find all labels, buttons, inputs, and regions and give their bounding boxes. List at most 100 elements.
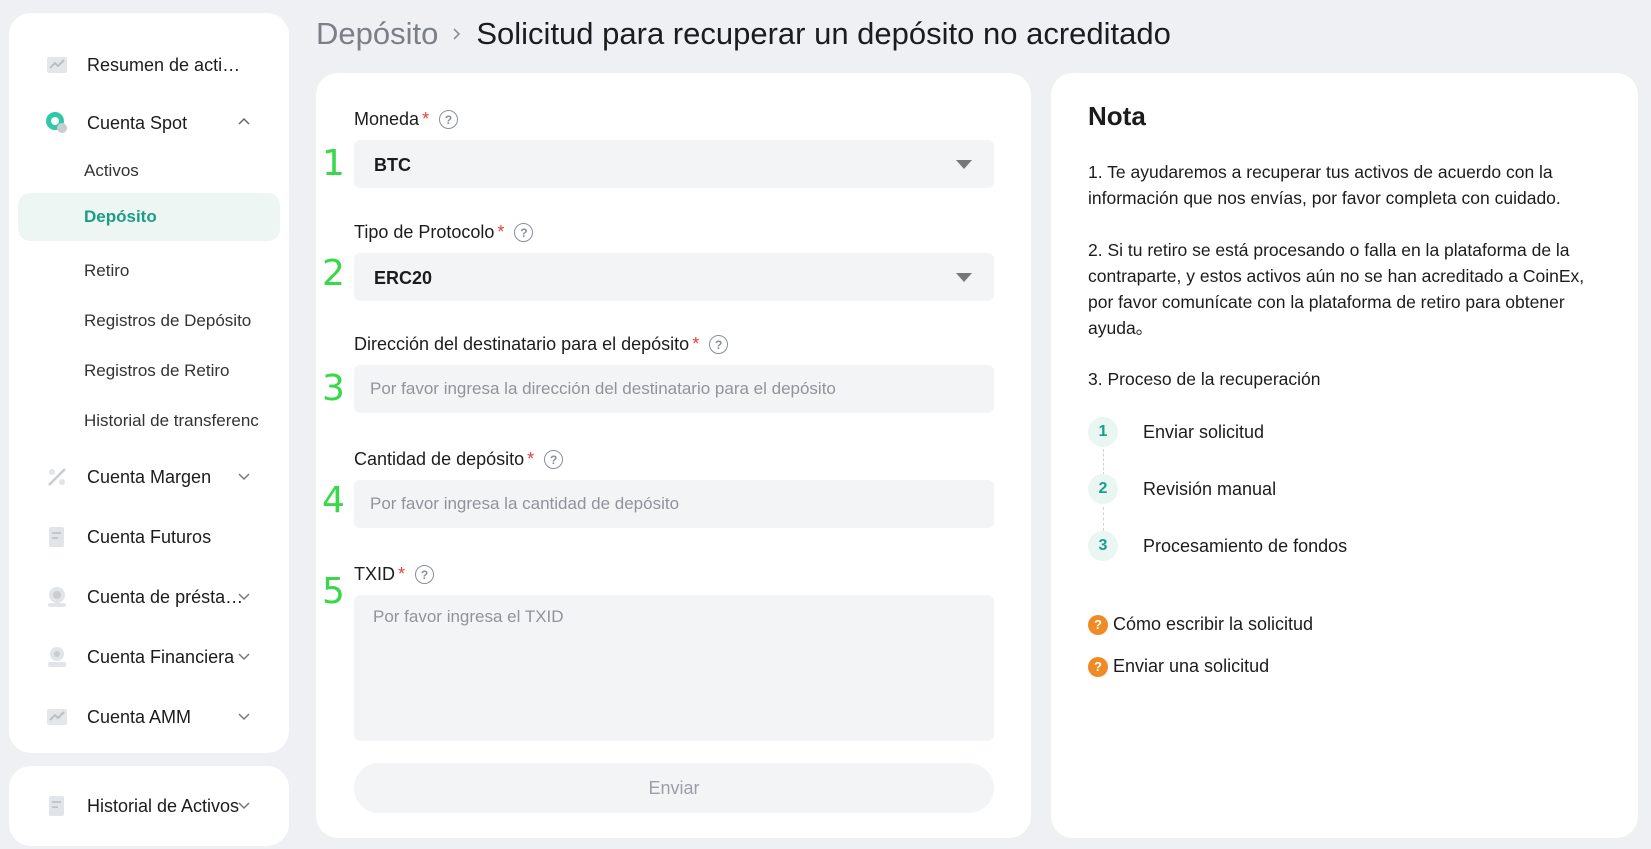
submit-request-link[interactable]: ? Enviar una solicitud (1088, 656, 1269, 677)
link-label: Enviar una solicitud (1113, 656, 1270, 676)
coin-label: Moneda * ? (354, 109, 459, 130)
sidebar-item-label: Cuenta Futuros (87, 527, 212, 547)
sidebar-item-loans[interactable]: Cuenta de préstamos (9, 573, 289, 621)
sidebar-subitem-deposit[interactable]: Depósito (18, 193, 280, 241)
sidebar-item-finance[interactable]: Cuenta Financiera (9, 633, 289, 681)
margin-icon (48, 468, 66, 486)
step-label: Revisión manual (1143, 478, 1277, 499)
sidebar-subitem-transfer-history[interactable]: Historial de transferencias (9, 397, 289, 445)
step-number: 2 (322, 253, 345, 294)
sidebar-subitem-label: Retiro (84, 261, 130, 280)
sidebar-item-margin[interactable]: Cuenta Margen (9, 453, 289, 501)
protocol-label: Tipo de Protocolo * ? (354, 222, 534, 243)
step-label: Procesamiento de fondos (1143, 535, 1348, 556)
sidebar-subitem-label: Historial de transferencias (84, 411, 259, 430)
coin-select[interactable]: BTC (354, 140, 994, 188)
note-paragraph-1: 1. Te ayudaremos a recuperar tus activos… (1088, 162, 1561, 208)
step-label: Enviar solicitud (1143, 421, 1265, 442)
txid-label-text: TXID (354, 564, 396, 584)
txid-label: TXID * ? (354, 564, 435, 585)
step-connector (1103, 507, 1104, 531)
required-mark: * (398, 564, 406, 584)
sidebar-bottom: Historial de Activos (9, 766, 289, 846)
spot-icon (46, 112, 67, 133)
sidebar: Resumen de activos Cuenta Spot Activos D… (9, 13, 289, 753)
sidebar-subitem-label: Activos (84, 161, 139, 180)
address-input[interactable] (354, 365, 994, 413)
help-icon[interactable]: ? (544, 450, 564, 469)
help-icon[interactable]: ? (439, 110, 459, 129)
history-icon (49, 796, 64, 816)
txid-textarea[interactable] (354, 595, 994, 741)
step-badge: 2 (1088, 474, 1118, 504)
question-icon: ? (1088, 656, 1108, 677)
protocol-select-value: ERC20 (374, 268, 433, 288)
sidebar-item-asset-summary[interactable]: Resumen de activos (9, 41, 289, 89)
note-paragraph-3: 3. Proceso de la recuperación (1088, 369, 1321, 389)
help-icon[interactable]: ? (514, 223, 534, 242)
chevron-down-icon[interactable] (237, 469, 251, 483)
step-number: 1 (322, 143, 345, 184)
sidebar-subitem-withdraw[interactable]: Retiro (9, 247, 289, 295)
sidebar-subitem-label: Depósito (84, 207, 157, 226)
step-number: 3 (322, 368, 345, 409)
address-label: Dirección del destinatario para el depós… (354, 334, 729, 355)
chart-icon (47, 57, 67, 73)
link-label: Cómo escribir la solicitud (1113, 614, 1314, 634)
caret-down-icon (956, 160, 972, 169)
help-icon[interactable]: ? (415, 565, 435, 584)
sidebar-item-label: Cuenta Financiera (87, 647, 235, 667)
question-icon: ? (1088, 614, 1108, 635)
coin-select-value: BTC (374, 155, 411, 175)
note-panel: Nota 1. Te ayudaremos a recuperar tus ac… (1051, 73, 1638, 838)
chevron-down-icon[interactable] (237, 709, 251, 723)
step-number: 5 (322, 571, 345, 612)
protocol-label-text: Tipo de Protocolo (354, 222, 495, 242)
step-badge: 3 (1088, 531, 1118, 561)
breadcrumb: Depósito Solicitud para recuperar un dep… (316, 14, 1171, 54)
coin-label-text: Moneda (354, 109, 420, 129)
step-badge: 1 (1088, 417, 1118, 447)
amount-label: Cantidad de depósito * ? (354, 449, 564, 470)
sidebar-subitem-label: Registros de Retiro (84, 361, 230, 380)
sidebar-item-spot[interactable]: Cuenta Spot (9, 99, 289, 147)
sidebar-subitem-label: Registros de Depósito (84, 311, 252, 330)
sidebar-item-futures[interactable]: Cuenta Futuros (9, 513, 289, 561)
loan-icon (48, 587, 66, 607)
sidebar-item-label: Historial de Activos (87, 796, 240, 816)
sidebar-subitem-deposit-records[interactable]: Registros de Depósito (9, 297, 289, 345)
process-step: 2 Revisión manual (1088, 472, 1276, 506)
futures-icon (49, 527, 64, 547)
amount-input[interactable] (354, 480, 994, 528)
required-mark: * (527, 449, 535, 469)
step-number: 4 (322, 480, 345, 521)
required-mark: * (692, 334, 700, 354)
chevron-down-icon[interactable] (237, 649, 251, 663)
finance-icon (48, 647, 66, 667)
sidebar-item-amm[interactable]: Cuenta AMM (9, 693, 289, 741)
submit-button[interactable]: Enviar (354, 763, 994, 813)
sidebar-subitem-withdraw-records[interactable]: Registros de Retiro (9, 347, 289, 395)
protocol-select[interactable]: ERC20 (354, 253, 994, 301)
sidebar-item-label: Cuenta Spot (87, 113, 188, 133)
breadcrumb-parent-link[interactable]: Depósito (316, 16, 438, 52)
amount-label-text: Cantidad de depósito (354, 449, 525, 469)
chevron-up-icon[interactable] (237, 115, 251, 129)
recovery-form: Moneda * ? 1 BTC Tipo de Protocolo * ? 2 E… (316, 73, 1031, 838)
help-icon[interactable]: ? (709, 335, 729, 354)
note-title: Nota (1088, 101, 1146, 131)
sidebar-item-label: Cuenta Margen (87, 467, 212, 487)
sidebar-subitem-assets[interactable]: Activos (9, 147, 289, 195)
sidebar-item-label: Resumen de activos (87, 55, 247, 75)
chevron-down-icon[interactable] (237, 798, 251, 812)
required-mark: * (497, 222, 505, 242)
amm-icon (47, 709, 67, 725)
process-step: 1 Enviar solicitud (1088, 415, 1264, 449)
caret-down-icon (956, 273, 972, 282)
sidebar-item-asset-history[interactable]: Historial de Activos (9, 782, 289, 830)
sidebar-item-label: Cuenta de préstamos (87, 587, 247, 607)
sidebar-item-label: Cuenta AMM (87, 707, 192, 727)
process-step: 3 Procesamiento de fondos (1088, 529, 1347, 563)
how-to-write-link[interactable]: ? Cómo escribir la solicitud (1088, 614, 1313, 635)
chevron-down-icon[interactable] (237, 589, 251, 603)
